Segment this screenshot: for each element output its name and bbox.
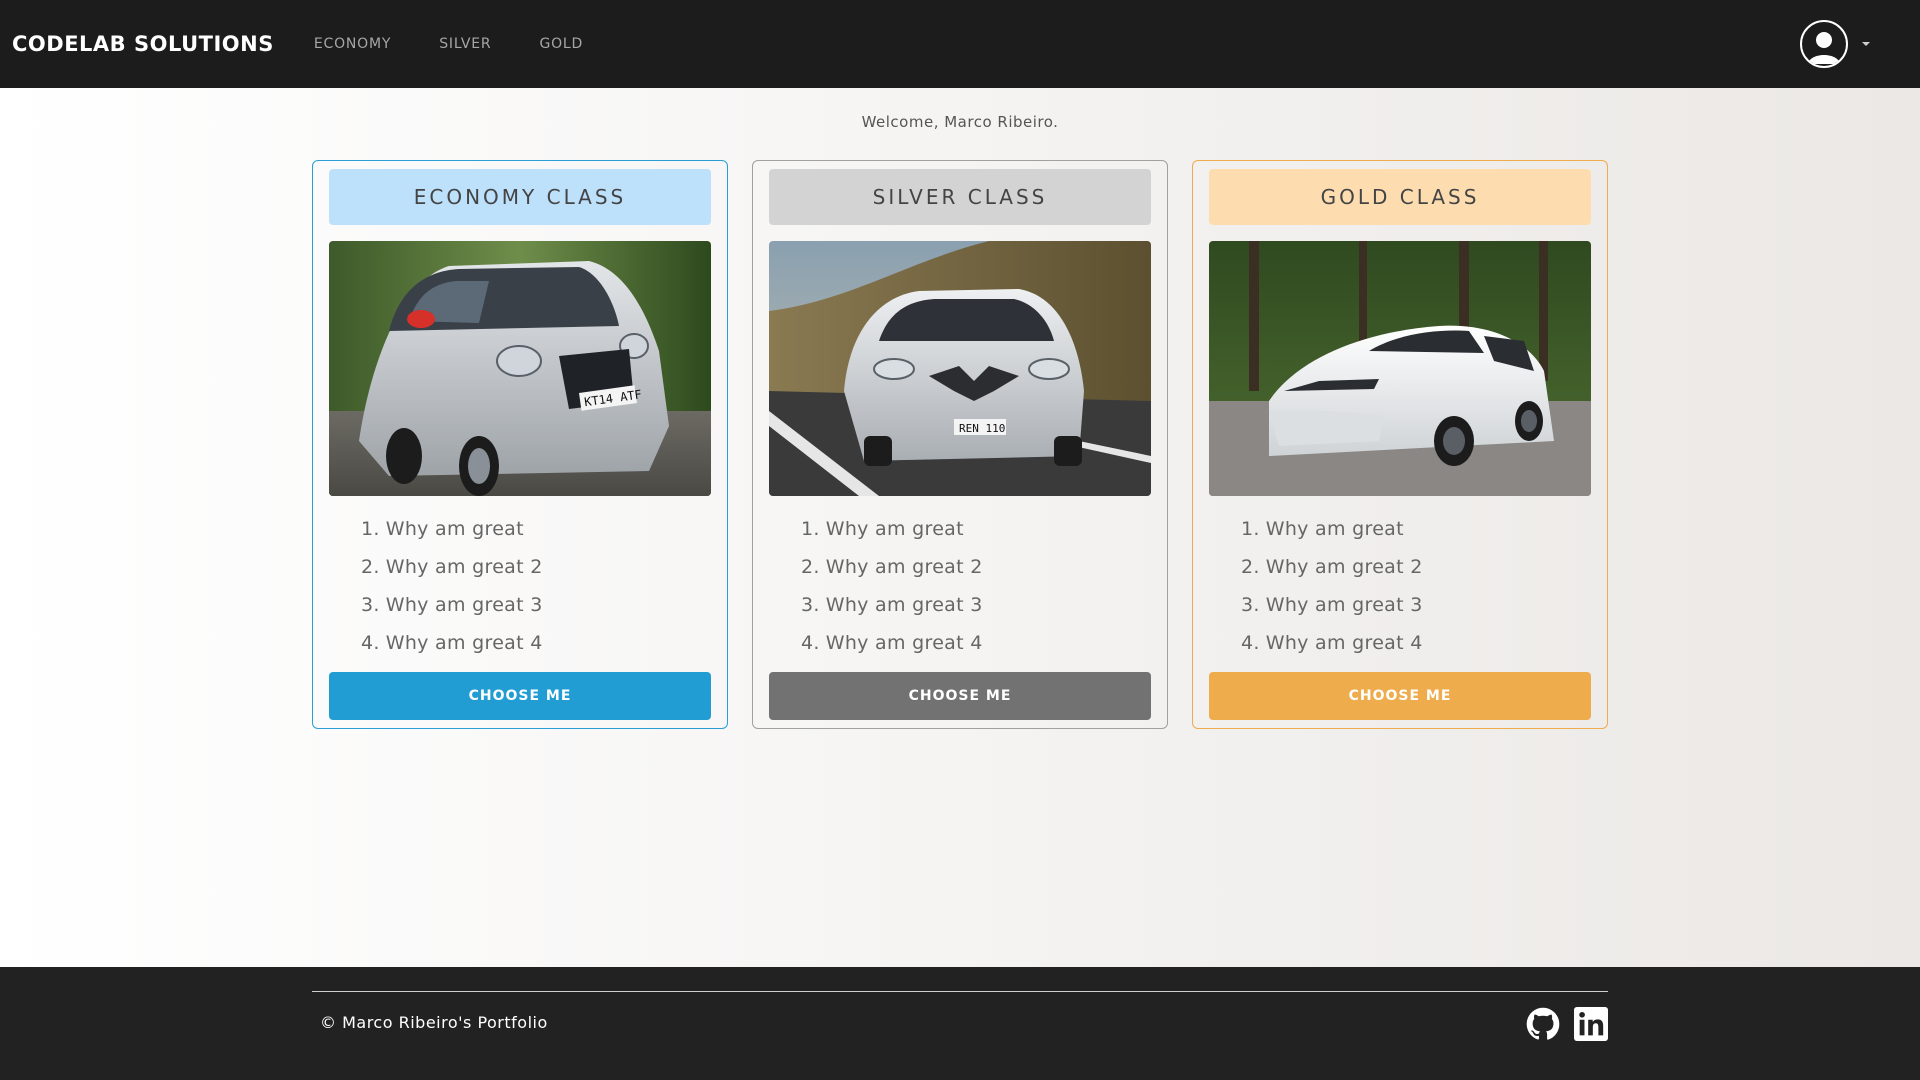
footer-divider bbox=[312, 991, 1608, 992]
list-item: 3. Why am great 3 bbox=[1241, 594, 1423, 616]
list-item: 1. Why am great bbox=[801, 518, 964, 540]
navbar: CODELAB SOLUTIONS ECONOMY SILVER GOLD bbox=[0, 0, 1920, 88]
list-item: 3. Why am great 3 bbox=[801, 594, 983, 616]
feature-list: 1. Why am great 2. Why am great 2 3. Why am… bbox=[1209, 510, 1591, 662]
nav-links: ECONOMY SILVER GOLD bbox=[314, 36, 631, 52]
feature-list: 1. Why am great 2. Why am great 2 3. Why am… bbox=[329, 510, 711, 662]
car-image-gold bbox=[1209, 241, 1591, 496]
brand-logo[interactable]: CODELAB SOLUTIONS bbox=[12, 32, 274, 56]
list-item: 1. Why am great bbox=[1241, 518, 1404, 540]
social-links bbox=[1526, 1007, 1608, 1041]
welcome-message: Welcome, Marco Ribeiro. bbox=[861, 113, 1059, 131]
nav-link-economy[interactable]: ECONOMY bbox=[314, 36, 391, 52]
card-economy: ECONOMY CLASS KT14 ATF 1. Why am great 2… bbox=[312, 160, 728, 729]
card-title: SILVER CLASS bbox=[769, 169, 1151, 225]
caret-down-icon[interactable] bbox=[1862, 42, 1870, 46]
list-item: 3. Why am great 3 bbox=[361, 594, 543, 616]
list-item: 4. Why am great 4 bbox=[1241, 632, 1423, 654]
class-cards: ECONOMY CLASS KT14 ATF 1. Why am great 2… bbox=[312, 160, 1608, 729]
list-item: 4. Why am great 4 bbox=[361, 632, 543, 654]
license-plate: REN 110 bbox=[959, 422, 1005, 435]
linkedin-icon[interactable] bbox=[1574, 1007, 1608, 1041]
user-menu-toggle[interactable] bbox=[1800, 20, 1870, 68]
list-item: 1. Why am great bbox=[361, 518, 524, 540]
list-item: 4. Why am great 4 bbox=[801, 632, 983, 654]
choose-silver-button[interactable]: CHOOSE ME bbox=[769, 672, 1151, 720]
card-gold: GOLD CLASS 1. Why am great 2. Why am gre… bbox=[1192, 160, 1608, 729]
choose-economy-button[interactable]: CHOOSE ME bbox=[329, 672, 711, 720]
car-image-economy: KT14 ATF bbox=[329, 241, 711, 496]
card-silver: SILVER CLASS REN 110 1. Why am great 2. … bbox=[752, 160, 1168, 729]
list-item: 2. Why am great 2 bbox=[801, 556, 983, 578]
copyright-text: © Marco Ribeiro's Portfolio bbox=[320, 1013, 548, 1032]
car-image-silver: REN 110 bbox=[769, 241, 1151, 496]
nav-link-gold[interactable]: GOLD bbox=[539, 36, 583, 52]
user-circle-icon[interactable] bbox=[1800, 20, 1848, 68]
list-item: 2. Why am great 2 bbox=[361, 556, 543, 578]
choose-gold-button[interactable]: CHOOSE ME bbox=[1209, 672, 1591, 720]
feature-list: 1. Why am great 2. Why am great 2 3. Why am… bbox=[769, 510, 1151, 662]
card-title: GOLD CLASS bbox=[1209, 169, 1591, 225]
nav-link-silver[interactable]: SILVER bbox=[439, 36, 491, 52]
footer: © Marco Ribeiro's Portfolio bbox=[0, 967, 1920, 1080]
card-title: ECONOMY CLASS bbox=[329, 169, 711, 225]
github-icon[interactable] bbox=[1526, 1007, 1560, 1041]
list-item: 2. Why am great 2 bbox=[1241, 556, 1423, 578]
